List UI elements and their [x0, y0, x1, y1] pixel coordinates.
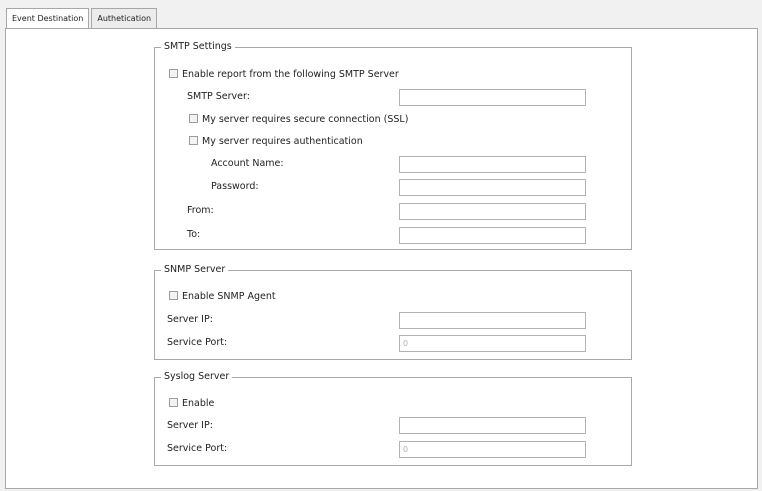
syslog-server-ip-input[interactable] — [399, 417, 586, 434]
syslog-enable-label: Enable — [182, 398, 215, 409]
snmp-service-port-input[interactable]: 0 — [399, 335, 586, 352]
smtp-server-input[interactable] — [399, 89, 586, 106]
syslog-server-legend: Syslog Server — [161, 370, 233, 384]
snmp-enable-checkbox[interactable] — [169, 291, 178, 300]
snmp-enable-label: Enable SNMP Agent — [182, 291, 276, 302]
tab-event-destination[interactable]: Event Destination — [6, 8, 90, 29]
account-name-label: Account Name: — [211, 158, 284, 169]
snmp-server-legend: SNMP Server — [161, 263, 229, 277]
tab-authentication[interactable]: Authetication — [91, 8, 158, 28]
smtp-ssl-row[interactable]: My server requires secure connection (SS… — [189, 113, 408, 127]
from-label: From: — [187, 205, 214, 216]
snmp-enable-row[interactable]: Enable SNMP Agent — [169, 290, 276, 304]
syslog-server-ip-label: Server IP: — [167, 420, 213, 431]
smtp-auth-checkbox[interactable] — [189, 136, 198, 145]
smtp-server-label: SMTP Server: — [187, 91, 250, 102]
password-input[interactable] — [399, 179, 586, 196]
snmp-service-port-label: Service Port: — [167, 337, 228, 348]
smtp-enable-checkbox[interactable] — [169, 69, 178, 78]
tab-bar: Event Destination Authetication — [6, 8, 159, 29]
smtp-settings-group: SMTP Settings Enable report from the fol… — [154, 40, 632, 250]
syslog-enable-checkbox[interactable] — [169, 398, 178, 407]
tab-panel: SMTP Settings Enable report from the fol… — [5, 28, 758, 489]
snmp-server-ip-label: Server IP: — [167, 314, 213, 325]
to-input[interactable] — [399, 227, 586, 244]
account-name-input[interactable] — [399, 156, 586, 173]
syslog-service-port-label: Service Port: — [167, 443, 228, 454]
snmp-server-ip-input[interactable] — [399, 312, 586, 329]
smtp-enable-label: Enable report from the following SMTP Se… — [182, 69, 399, 80]
to-label: To: — [187, 229, 201, 240]
snmp-server-group: SNMP Server Enable SNMP Agent Server IP:… — [154, 263, 632, 360]
smtp-enable-row[interactable]: Enable report from the following SMTP Se… — [169, 68, 399, 82]
smtp-auth-row[interactable]: My server requires authentication — [189, 135, 363, 149]
smtp-ssl-checkbox[interactable] — [189, 114, 198, 123]
syslog-service-port-input[interactable]: 0 — [399, 441, 586, 458]
smtp-settings-legend: SMTP Settings — [161, 40, 235, 54]
syslog-enable-row[interactable]: Enable — [169, 397, 214, 411]
syslog-server-group: Syslog Server Enable Server IP: Service … — [154, 370, 632, 466]
smtp-auth-label: My server requires authentication — [202, 136, 363, 147]
password-label: Password: — [211, 181, 259, 192]
smtp-ssl-label: My server requires secure connection (SS… — [202, 114, 409, 125]
from-input[interactable] — [399, 203, 586, 220]
event-settings-window: Event Destination Authetication SMTP Set… — [0, 0, 762, 491]
